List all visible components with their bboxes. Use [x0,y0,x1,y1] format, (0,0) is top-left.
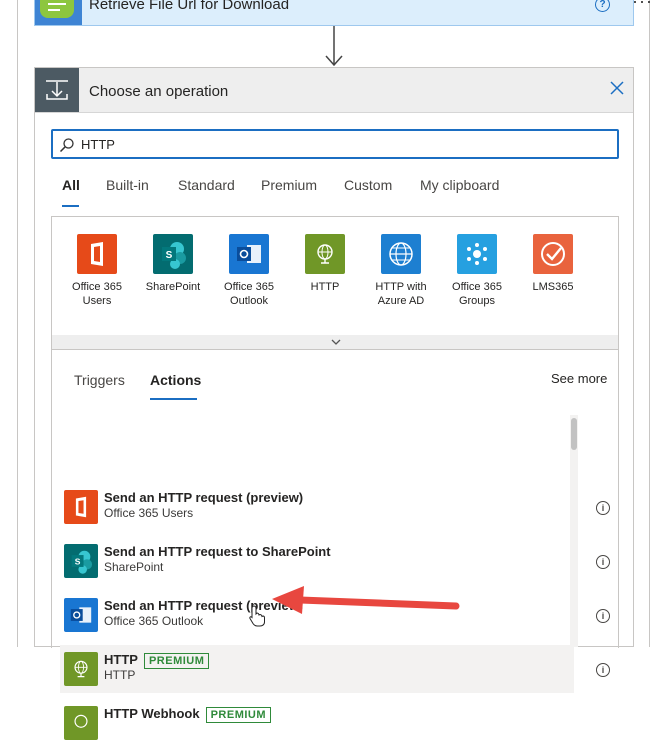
previous-step-title: Retrieve File Url for Download [89,0,290,13]
action-name: HTTP PREMIUM [104,652,210,669]
office365-icon [64,490,98,524]
office365-icon [77,234,117,274]
connector-label: Office 365 Users [72,281,122,307]
action-connector: HTTP [104,668,136,682]
action-row[interactable]: Send an HTTP request (preview) Office 36… [60,483,574,531]
chevron-down-icon [331,339,341,345]
connector-label: SharePoint [145,281,201,293]
http-globe-icon [64,706,98,740]
connector-office365-groups[interactable]: Office 365 Groups [439,234,515,308]
info-icon[interactable]: i [596,663,610,677]
connector-label: Office 365 Groups [452,281,502,307]
globe-icon [381,234,421,274]
sharepoint-icon: S [153,234,193,274]
action-row-http[interactable]: HTTP PREMIUM HTTP [60,645,574,693]
tab-triggers[interactable]: Triggers [74,372,125,388]
action-row[interactable]: S Send an HTTP request to SharePoint Sha… [60,537,574,585]
tab-my-clipboard[interactable]: My clipboard [420,177,499,193]
connector-office365-users[interactable]: Office 365 Users [59,234,135,308]
active-tab-indicator [62,205,79,207]
outlook-icon [229,234,269,274]
more-options-icon[interactable]: ··· [632,0,652,12]
connector-label: LMS365 [532,281,574,293]
action-row[interactable]: HTTP Webhook PREMIUM [60,699,574,747]
sharepoint-icon: S [64,544,98,578]
info-icon[interactable]: i [596,555,610,569]
info-icon[interactable]: i [596,609,610,623]
premium-badge: PREMIUM [143,653,210,669]
tab-premium[interactable]: Premium [261,177,317,193]
flow-arrow-icon [325,26,343,67]
connector-label: Office 365 Outlook [224,281,274,307]
search-input[interactable] [81,134,601,154]
info-icon[interactable]: i [596,501,610,515]
outlook-icon [64,598,98,632]
action-name: HTTP Webhook PREMIUM [104,706,272,723]
lms365-icon [533,234,573,274]
operation-icon [35,68,79,112]
connector-grid: Office 365 Users S SharePoint Office 365… [51,216,619,336]
svg-text:S: S [166,250,173,261]
step-app-icon [35,0,82,25]
action-name: Send an HTTP request to SharePoint [104,544,331,559]
search-box[interactable] [51,129,619,159]
premium-badge: PREMIUM [205,707,272,723]
http-globe-icon [64,652,98,686]
action-connector: Office 365 Outlook [104,614,204,628]
connector-sharepoint[interactable]: S SharePoint [135,234,211,294]
choose-operation-panel: Choose an operation All Built-in Standar… [34,67,634,740]
tab-built-in[interactable]: Built-in [106,177,149,193]
connector-label: HTTP with Azure AD [375,281,427,307]
svg-text:S: S [75,556,81,566]
connector-http-azure-ad[interactable]: HTTP with Azure AD [363,234,439,308]
action-connector: Office 365 Users [104,506,194,520]
tab-all[interactable]: All [62,177,80,193]
tab-standard[interactable]: Standard [178,177,235,193]
tab-actions[interactable]: Actions [150,372,201,388]
see-more-link[interactable]: See more [551,371,607,386]
panel-title: Choose an operation [89,83,229,100]
http-globe-icon [305,234,345,274]
tab-custom[interactable]: Custom [344,177,392,193]
canvas-left-border [17,0,18,647]
connector-office365-outlook[interactable]: Office 365 Outlook [211,234,287,308]
close-icon[interactable] [609,80,625,96]
panel-header: Choose an operation [35,68,633,113]
connector-http[interactable]: HTTP [287,234,363,294]
expand-connectors-bar[interactable] [51,335,619,350]
hand-cursor-icon [249,605,265,627]
connector-label: HTTP [310,281,340,293]
help-icon[interactable]: ? [595,0,610,12]
connector-lms365[interactable]: LMS365 [515,234,591,294]
annotation-arrow-icon [272,586,460,614]
action-name-text: HTTP [104,652,138,667]
previous-step-card[interactable]: Retrieve File Url for Download ? ··· [34,0,652,26]
scrollbar-thumb[interactable] [571,418,577,450]
canvas-right-border [649,0,650,647]
action-name-text: HTTP Webhook [104,706,200,721]
action-connector: SharePoint [104,560,164,574]
active-subtab-indicator [150,398,197,400]
action-name: Send an HTTP request (preview) [104,490,304,505]
search-icon [59,138,74,153]
groups-icon [457,234,497,274]
